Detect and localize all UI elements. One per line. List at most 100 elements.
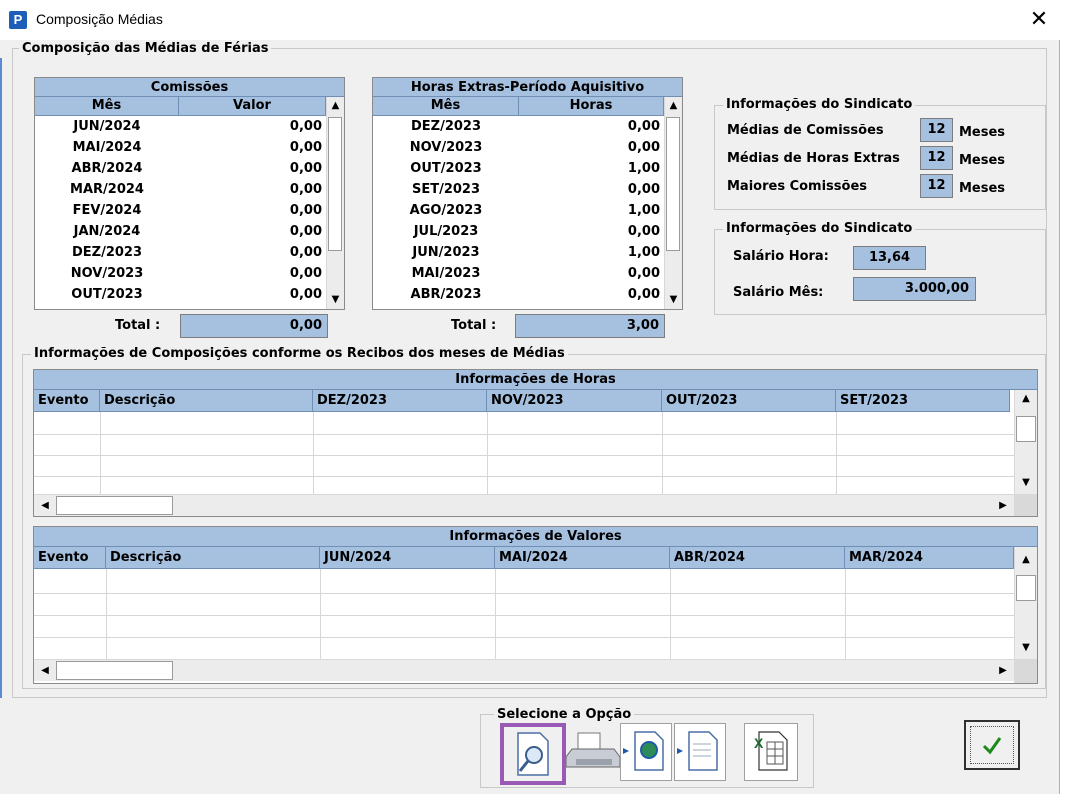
excel-icon: X	[754, 731, 788, 771]
grid-row[interactable]: AGO/2023 1,00	[373, 200, 664, 221]
salario-mes-value: 3.000,00	[853, 277, 976, 301]
month-cell: OUT/2023	[71, 287, 143, 302]
sindicato-row-value[interactable]: 12	[920, 146, 953, 170]
scroll-thumb[interactable]	[56, 496, 173, 515]
grid-row[interactable]: DEZ/2023 0,00	[35, 242, 326, 263]
col-month-header[interactable]: DEZ/2023	[313, 390, 487, 412]
grid-row[interactable]: JAN/2024 0,00	[35, 221, 326, 242]
excel-export-button[interactable]: X	[744, 723, 798, 781]
col-descricao-header[interactable]: Descrição	[106, 547, 320, 569]
grid-row[interactable]: OUT/2023 1,00	[373, 158, 664, 179]
comissoes-vscroll[interactable]: ▲ ▼	[326, 97, 344, 309]
scroll-up-icon[interactable]: ▲	[1015, 551, 1037, 569]
col-mes-header[interactable]: Mês	[373, 97, 519, 116]
col-evento-header[interactable]: Evento	[34, 390, 100, 412]
scroll-left-icon[interactable]: ◀	[36, 497, 54, 515]
grid-row[interactable]: ABR/2023 0,00	[373, 284, 664, 305]
scroll-left-icon[interactable]: ◀	[36, 662, 54, 680]
export-file-button[interactable]	[674, 723, 726, 781]
comissoes-total-label: Total :	[115, 318, 161, 333]
col-month-header[interactable]: MAR/2024	[845, 547, 1014, 569]
sindicato-meses-title: Informações do Sindicato	[723, 97, 916, 112]
valores-grid-band: Informações de Valores	[34, 527, 1037, 547]
value-cell: 1,00	[627, 161, 660, 176]
value-cell: 0,00	[289, 266, 322, 281]
grid-row[interactable]: NOV/2023 0,00	[373, 137, 664, 158]
grid-row[interactable]: DEZ/2023 0,00	[373, 116, 664, 137]
col-mes-header[interactable]: Mês	[35, 97, 179, 116]
valores-grid-hscroll[interactable]: ◀ ▶	[34, 659, 1014, 681]
grid-row[interactable]: MAI/2023 0,00	[373, 263, 664, 284]
col-evento-header[interactable]: Evento	[34, 547, 106, 569]
col-month-header[interactable]: MAI/2024	[495, 547, 670, 569]
col-month-header[interactable]: OUT/2023	[662, 390, 836, 412]
grid-line	[34, 593, 1014, 594]
close-icon[interactable]: ✕	[1024, 6, 1054, 34]
scroll-down-icon[interactable]: ▼	[1015, 639, 1037, 657]
salario-mes-label: Salário Mês:	[733, 285, 824, 300]
scroll-down-icon[interactable]: ▼	[665, 291, 682, 309]
grid-line	[34, 637, 1014, 638]
scroll-thumb[interactable]	[56, 661, 173, 680]
grid-row[interactable]: MAR/2024 0,00	[35, 179, 326, 200]
sindicato-row-value[interactable]: 12	[920, 118, 953, 142]
horas-grid-hscroll[interactable]: ◀ ▶	[34, 494, 1014, 516]
grid-line	[845, 569, 846, 659]
grid-row[interactable]: JUN/2024 0,00	[35, 116, 326, 137]
export-web-icon	[623, 731, 664, 771]
scroll-up-icon[interactable]: ▲	[1015, 390, 1037, 408]
scroll-down-icon[interactable]: ▼	[327, 291, 344, 309]
col-descricao-header[interactable]: Descrição	[100, 390, 313, 412]
col-horas-header[interactable]: Horas	[519, 97, 664, 116]
scroll-right-icon[interactable]: ▶	[994, 662, 1012, 680]
month-cell: JUN/2023	[412, 245, 480, 260]
grid-line	[34, 615, 1014, 616]
scroll-thumb[interactable]	[1016, 416, 1036, 442]
export-web-button[interactable]	[620, 723, 672, 781]
sindicato-row-value[interactable]: 12	[920, 174, 953, 198]
grid-row[interactable]: JUN/2023 1,00	[373, 242, 664, 263]
grid-row[interactable]: ABR/2024 0,00	[35, 158, 326, 179]
scroll-right-icon[interactable]: ▶	[994, 497, 1012, 515]
scroll-up-icon[interactable]: ▲	[327, 97, 344, 115]
col-month-header[interactable]: SET/2023	[836, 390, 1010, 412]
scroll-up-icon[interactable]: ▲	[665, 97, 682, 115]
valores-grid[interactable]: Informações de Valores Evento Descrição …	[33, 526, 1038, 684]
grid-line	[836, 412, 837, 494]
scroll-thumb[interactable]	[666, 117, 680, 251]
grid-row[interactable]: NOV/2023 0,00	[35, 263, 326, 284]
sindicato-salario-title: Informações do Sindicato	[723, 221, 916, 236]
grid-row[interactable]: FEV/2024 0,00	[35, 200, 326, 221]
comissoes-grid[interactable]: Comissões Mês Valor JUN/2024 0,00 MAI/2024…	[34, 77, 345, 310]
valores-grid-vscroll[interactable]: ▲ ▼	[1014, 547, 1037, 659]
checkmark-icon	[982, 737, 1002, 755]
horas-grid-vscroll[interactable]: ▲ ▼	[1014, 390, 1037, 494]
print-button[interactable]	[565, 723, 624, 781]
month-cell: AGO/2023	[409, 203, 483, 218]
horas-grid[interactable]: Informações de Horas Evento Descrição DE…	[33, 369, 1038, 517]
valores-grid-columns: Evento Descrição JUN/2024 MAI/2024 ABR/2…	[34, 547, 1014, 569]
preview-button[interactable]	[500, 723, 566, 785]
horas-extras-grid[interactable]: Horas Extras-Período Aquisitivo Mês Hora…	[372, 77, 683, 310]
col-month-header[interactable]: NOV/2023	[487, 390, 662, 412]
ok-button[interactable]	[964, 720, 1020, 770]
col-valor-header[interactable]: Valor	[179, 97, 326, 116]
scroll-down-icon[interactable]: ▼	[1015, 474, 1037, 492]
grid-line	[670, 569, 671, 659]
col-month-header[interactable]: ABR/2024	[670, 547, 845, 569]
grid-row[interactable]: JUL/2023 0,00	[373, 221, 664, 242]
sindicato-row-unit: Meses	[959, 125, 1006, 140]
grid-row[interactable]: SET/2023 0,00	[373, 179, 664, 200]
horas-extras-vscroll[interactable]: ▲ ▼	[664, 97, 682, 309]
grid-row[interactable]: OUT/2023 0,00	[35, 284, 326, 305]
grid-row[interactable]: MAI/2024 0,00	[35, 137, 326, 158]
scroll-thumb[interactable]	[1016, 575, 1036, 601]
options-title: Selecione a Opção	[494, 707, 635, 722]
col-month-header[interactable]: JUN/2024	[320, 547, 495, 569]
sindicato-row-unit: Meses	[959, 153, 1006, 168]
month-cell: MAI/2024	[72, 140, 142, 155]
title-bar: P Composição Médias ✕	[0, 0, 1070, 40]
main-group-title: Composição das Médias de Férias	[19, 41, 272, 56]
value-cell: 0,00	[289, 224, 322, 239]
scroll-thumb[interactable]	[328, 117, 342, 251]
